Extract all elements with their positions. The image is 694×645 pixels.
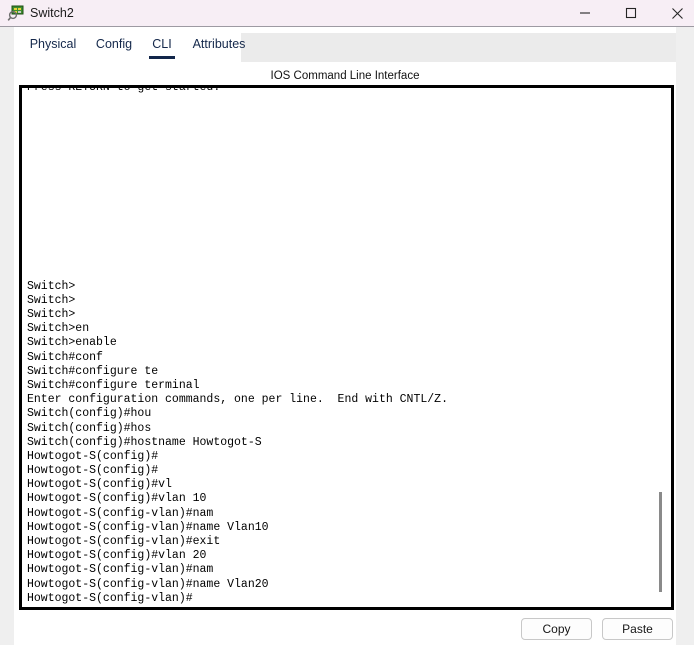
tab-bar: Physical Config CLI Attributes [14,33,676,62]
terminal-line: Howtogot-S(config)# [27,464,159,478]
tab-cli-label: CLI [152,37,172,51]
terminal-line: Enter configuration commands, one per li… [27,393,448,407]
terminal-line: Howtogot-S(config)# [27,449,159,463]
terminal-line: Switch(config)#hos [27,421,152,435]
minimize-icon[interactable] [562,0,608,26]
tab-attributes-label: Attributes [192,37,246,51]
terminal-line: Switch#conf [27,350,103,364]
terminal-line: Howtogot-S(config)#vl [27,478,172,492]
terminal-line: Switch>enable [27,336,117,350]
terminal-line: Switch> [27,308,76,321]
window-title: Switch2 [30,6,74,20]
maximize-icon[interactable] [608,0,654,26]
terminal-line: Switch> [27,279,76,293]
terminal-line: Switch(config)#hostname Howtogot-S [27,435,262,449]
terminal-line: Howtogot-S(config-vlan)# [27,591,193,605]
terminal-scrollbar-track[interactable] [654,88,668,607]
tab-cli-active-indicator [149,56,175,59]
terminal-line: Howtogot-S(config-vlan)#name Vlan10 [27,520,269,534]
tab-cli[interactable]: CLI [143,33,181,62]
terminal-line: Howtogot-S(config-vlan)#name Vlan20 [27,577,269,591]
cli-terminal-output: Press RETURN to get started. Switch> Swit… [27,85,657,606]
window-left-edge [0,27,14,645]
tab-attributes[interactable]: Attributes [182,33,256,62]
packet-tracer-switch-icon [7,4,25,22]
terminal-line: Howtogot-S(config)#vlan 10 [27,492,207,506]
section-title: IOS Command Line Interface [270,70,420,82]
tab-physical-label: Physical [29,37,77,51]
terminal-scrollbar-thumb[interactable] [659,492,662,592]
terminal-line: Switch#configure te [27,364,159,378]
terminal-line: Howtogot-S(config-vlan)#exit [27,535,221,548]
tab-config[interactable]: Config [86,33,142,62]
terminal-line: Howtogot-S(config)#vlan 20 [27,549,207,563]
copy-button-label: Copy [542,622,571,636]
copy-button[interactable]: Copy [521,618,592,640]
window-right-edge [676,27,694,645]
tab-config-label: Config [95,37,133,51]
tab-physical[interactable]: Physical [22,33,84,62]
window-titlebar: Switch2 [0,0,694,27]
terminal-line: Switch#configure terminal [27,378,200,392]
terminal-line: Switch> [27,293,76,307]
terminal-line: Press RETURN to get started. [27,85,221,94]
terminal-line: Switch(config)#hou [27,407,152,421]
cli-terminal[interactable]: Press RETURN to get started. Switch> Swit… [19,85,674,610]
terminal-line: Switch>en [27,322,90,336]
terminal-line: Howtogot-S(config-vlan)#nam [27,563,214,577]
paste-button-label: Paste [622,622,653,636]
terminal-line: Howtogot-S(config-vlan)#nam [27,506,214,520]
paste-button[interactable]: Paste [602,618,673,640]
close-icon[interactable] [654,0,694,26]
